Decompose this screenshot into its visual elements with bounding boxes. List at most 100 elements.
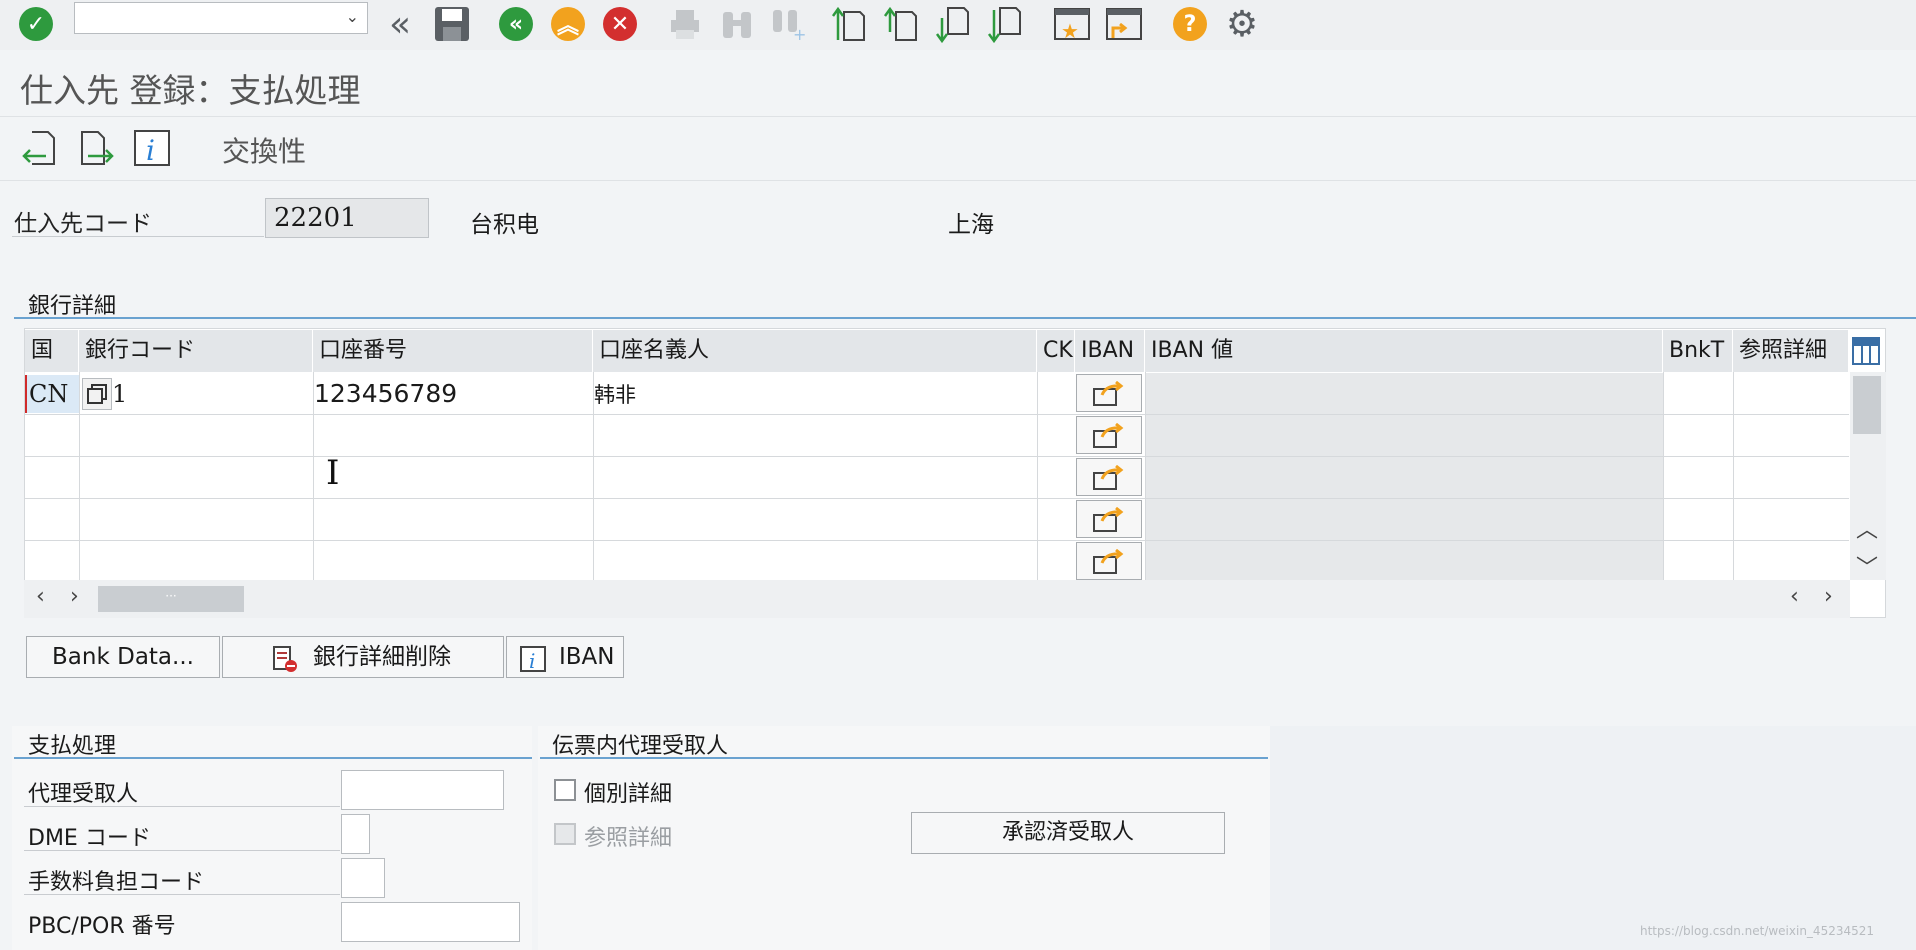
svg-text:i: i: [146, 134, 155, 167]
account-holder-cell[interactable]: 韩非: [594, 378, 636, 412]
iban-value-cell: [1145, 541, 1663, 580]
bank-data-button[interactable]: Bank Data...: [26, 636, 220, 678]
column-header-account[interactable]: 口座番号: [313, 330, 593, 372]
column-header-reference[interactable]: 参照詳細: [1733, 330, 1849, 372]
reference-details-label: 参照詳細: [584, 826, 673, 851]
iban-export-icon: [1093, 549, 1124, 574]
iban-button[interactable]: [1076, 500, 1142, 538]
field-underline: [24, 894, 340, 895]
cancel-icon[interactable]: ✕: [600, 4, 640, 44]
previous-page-icon[interactable]: [882, 4, 922, 44]
iban-button[interactable]: [1076, 374, 1142, 412]
svg-text:i: i: [529, 649, 535, 673]
dme-code-input[interactable]: [341, 814, 370, 854]
column-header-iban-value[interactable]: IBAN 値: [1145, 330, 1663, 372]
charges-code-label: 手数料負担コード: [28, 870, 205, 895]
info-icon[interactable]: i: [132, 128, 172, 168]
value-help-icon[interactable]: [82, 378, 112, 410]
scroll-left-icon[interactable]: ‹: [1790, 584, 1799, 609]
column-header-ck[interactable]: CK: [1037, 330, 1075, 372]
iban-export-icon: [1093, 507, 1124, 532]
iban-value-cell: [1145, 499, 1663, 540]
iban-info-button[interactable]: i IBAN: [506, 636, 624, 678]
vertical-scroll-thumb[interactable]: [1853, 376, 1881, 434]
approved-payee-button[interactable]: 承認済受取人: [911, 812, 1225, 854]
text-cursor-icon: I: [326, 453, 340, 493]
next-screen-icon[interactable]: [76, 128, 116, 168]
column-header-bank-code[interactable]: 銀行コード: [79, 330, 313, 372]
grid-line: [1037, 372, 1038, 580]
grid-line: [1733, 372, 1734, 580]
next-page-icon[interactable]: [934, 4, 974, 44]
iban-export-icon: [1093, 381, 1124, 406]
grid-line: [1145, 372, 1146, 580]
save-icon[interactable]: [432, 4, 472, 44]
payment-section-rule: [14, 757, 532, 759]
vendor-code-label: 仕入先コード: [14, 211, 152, 237]
grid-line: [25, 456, 1849, 457]
previous-screen-icon[interactable]: [20, 128, 60, 168]
iban-info-label: IBAN: [559, 644, 615, 670]
column-header-bank-type[interactable]: BnkT: [1663, 330, 1733, 372]
grid-line: [79, 372, 80, 580]
check-icon[interactable]: ✓: [16, 4, 56, 44]
grid-line: [25, 540, 1849, 541]
delete-icon: [273, 646, 297, 672]
command-field[interactable]: ⌄: [74, 2, 368, 34]
scroll-right-icon[interactable]: ›: [1824, 584, 1833, 609]
reference-details-checkbox: [554, 823, 576, 845]
table-settings-icon[interactable]: [1851, 334, 1881, 368]
exit-icon[interactable]: ︽: [548, 4, 588, 44]
dme-code-label: DME コード: [28, 826, 151, 851]
grid-line: [25, 414, 1849, 415]
account-number-cell[interactable]: 123456789: [314, 375, 457, 413]
iban-button[interactable]: [1076, 542, 1142, 580]
new-session-icon[interactable]: ★: [1052, 4, 1092, 44]
exchange-label[interactable]: 交換性: [222, 130, 306, 170]
back-double-icon[interactable]: «: [380, 4, 420, 45]
alternative-payee-label: 代理受取人: [28, 782, 139, 807]
column-header-holder[interactable]: 口座名義人: [593, 330, 1037, 372]
pbc-por-label: PBC/POR 番号: [28, 914, 176, 939]
column-header-iban[interactable]: IBAN: [1075, 330, 1145, 372]
print-icon: [665, 4, 705, 44]
last-page-icon[interactable]: [986, 4, 1026, 44]
horizontal-scrollbar[interactable]: [24, 580, 1850, 618]
field-underline: [24, 806, 340, 807]
find-icon: [717, 4, 757, 44]
vendor-name: 台积电: [470, 212, 539, 238]
iban-value-cell: [1145, 457, 1663, 498]
alternative-payee-title: 伝票内代理受取人: [552, 734, 729, 759]
scroll-down-icon[interactable]: ﹀: [1856, 550, 1878, 582]
iban-button[interactable]: [1076, 458, 1142, 496]
scroll-up-icon[interactable]: ︿: [1856, 512, 1878, 544]
help-icon[interactable]: ?: [1170, 4, 1210, 44]
individual-details-label: 個別詳細: [584, 782, 673, 807]
alternative-payee-input[interactable]: [341, 770, 504, 810]
column-header-country[interactable]: 国: [25, 330, 79, 372]
vendor-label-underline: [12, 236, 264, 237]
scroll-left-icon[interactable]: ‹: [36, 584, 45, 609]
shortcut-icon[interactable]: [1104, 4, 1144, 44]
delete-bank-details-button[interactable]: 銀行詳細削除: [222, 636, 504, 678]
chevron-down-icon[interactable]: ⌄: [346, 7, 359, 26]
country-cell[interactable]: CN: [25, 375, 79, 413]
back-icon[interactable]: «: [496, 4, 536, 44]
page-title: 仕入先 登録：支払処理: [20, 71, 361, 110]
individual-details-checkbox[interactable]: [554, 779, 576, 801]
grid-line: [25, 498, 1849, 499]
bank-code-cell[interactable]: 1: [112, 375, 127, 413]
svg-text:★: ★: [1061, 19, 1079, 43]
charges-code-input[interactable]: [341, 858, 385, 898]
settings-icon[interactable]: ⚙: [1222, 4, 1262, 45]
field-underline: [24, 850, 340, 851]
bank-details-rule: [14, 317, 1916, 319]
iban-button[interactable]: [1076, 416, 1142, 454]
alternative-payee-rule: [540, 757, 1268, 759]
scroll-right-icon[interactable]: ›: [70, 584, 79, 609]
horizontal-scroll-thumb[interactable]: ···: [98, 586, 244, 612]
iban-export-icon: [1093, 465, 1124, 490]
first-page-icon[interactable]: [830, 4, 870, 44]
pbc-por-input[interactable]: [341, 902, 520, 942]
payment-section-title: 支払処理: [28, 734, 117, 759]
